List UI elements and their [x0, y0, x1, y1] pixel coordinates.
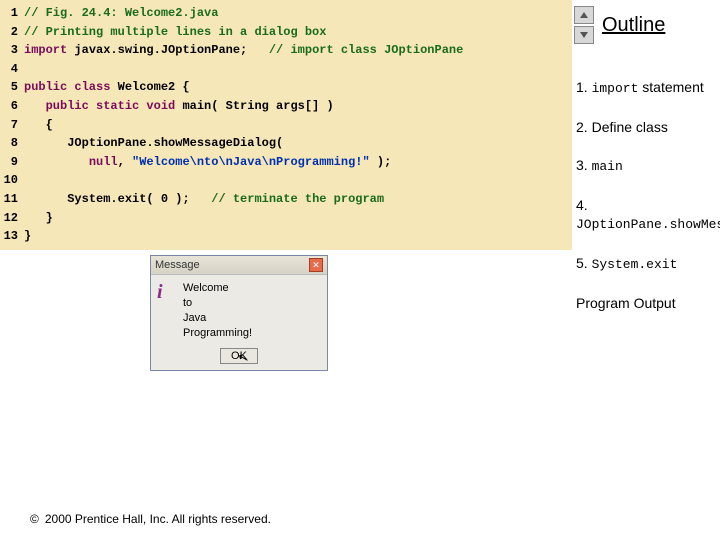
nav-down-button[interactable] — [574, 26, 594, 44]
nav-buttons — [574, 6, 594, 44]
copyright: © 2000 Prentice Hall, Inc. All rights re… — [30, 512, 271, 526]
code-line: 9 null, "Welcome\nto\nJava\nProgramming!… — [0, 153, 572, 172]
code-content: { — [24, 116, 53, 135]
dialog-message: WelcometoJavaProgramming! — [183, 281, 252, 340]
code-content: null, "Welcome\nto\nJava\nProgramming!" … — [24, 153, 391, 172]
code-line: 5public class Welcome2 { — [0, 78, 572, 97]
code-content: JOptionPane.showMessageDialog( — [24, 134, 283, 153]
line-number: 1 — [0, 4, 24, 23]
outline-item: 2. Define class — [576, 118, 716, 136]
dialog-body: i WelcometoJavaProgramming! — [151, 275, 327, 346]
code-content: } — [24, 209, 53, 228]
code-content: // Fig. 24.4: Welcome2.java — [24, 4, 218, 23]
line-number: 13 — [0, 227, 24, 246]
code-line: 8 JOptionPane.showMessageDialog( — [0, 134, 572, 153]
dialog-line: to — [183, 296, 252, 311]
line-number: 10 — [0, 171, 24, 190]
dialog-line: Welcome — [183, 281, 252, 296]
close-icon[interactable]: ✕ — [309, 258, 323, 272]
code-content: public class Welcome2 { — [24, 78, 190, 97]
code-line: 2// Printing multiple lines in a dialog … — [0, 23, 572, 42]
info-icon: i — [157, 281, 183, 340]
line-number: 2 — [0, 23, 24, 42]
code-line: 10 — [0, 171, 572, 190]
line-number: 4 — [0, 60, 24, 79]
line-number: 5 — [0, 78, 24, 97]
line-number: 12 — [0, 209, 24, 228]
code-line: 1// Fig. 24.4: Welcome2.java — [0, 4, 572, 23]
line-number: 7 — [0, 116, 24, 135]
line-number: 6 — [0, 97, 24, 116]
code-content: } — [24, 227, 31, 246]
code-content: System.exit( 0 ); // terminate the progr… — [24, 190, 384, 209]
code-block: 1// Fig. 24.4: Welcome2.java2// Printing… — [0, 0, 572, 250]
code-line: 3import javax.swing.JOptionPane; // impo… — [0, 41, 572, 60]
code-content: public static void main( String args[] ) — [24, 97, 334, 116]
line-number: 8 — [0, 134, 24, 153]
outline-item: 1. import statement — [576, 78, 716, 98]
outline-item: 4.JOptionPane.showMessageDialog — [576, 196, 716, 234]
code-line: 11 System.exit( 0 ); // terminate the pr… — [0, 190, 572, 209]
nav-up-button[interactable] — [574, 6, 594, 24]
outline-items: 1. import statement 2. Define class 3. mai… — [576, 78, 716, 332]
outline-item: 5. System.exit — [576, 254, 716, 274]
copyright-text: 2000 Prentice Hall, Inc. All rights rese… — [45, 512, 271, 526]
outline-item: Program Output — [576, 294, 716, 312]
copyright-symbol: © — [30, 512, 39, 526]
dialog-line: Programming! — [183, 326, 252, 341]
line-number: 11 — [0, 190, 24, 209]
sidebar: Outline 1. import statement 2. Define cla… — [572, 0, 720, 540]
dialog-titlebar: Message ✕ — [151, 256, 327, 275]
line-number: 3 — [0, 41, 24, 60]
code-line: 13} — [0, 227, 572, 246]
code-line: 12 } — [0, 209, 572, 228]
code-line: 4 — [0, 60, 572, 79]
code-content: import javax.swing.JOptionPane; // impor… — [24, 41, 463, 60]
dialog-line: Java — [183, 311, 252, 326]
code-line: 7 { — [0, 116, 572, 135]
code-content: // Printing multiple lines in a dialog b… — [24, 23, 326, 42]
outline-item: 3. main — [576, 156, 716, 176]
dialog-title-text: Message — [155, 259, 200, 271]
outline-title: Outline — [602, 14, 665, 37]
code-line: 6 public static void main( String args[]… — [0, 97, 572, 116]
line-number: 9 — [0, 153, 24, 172]
